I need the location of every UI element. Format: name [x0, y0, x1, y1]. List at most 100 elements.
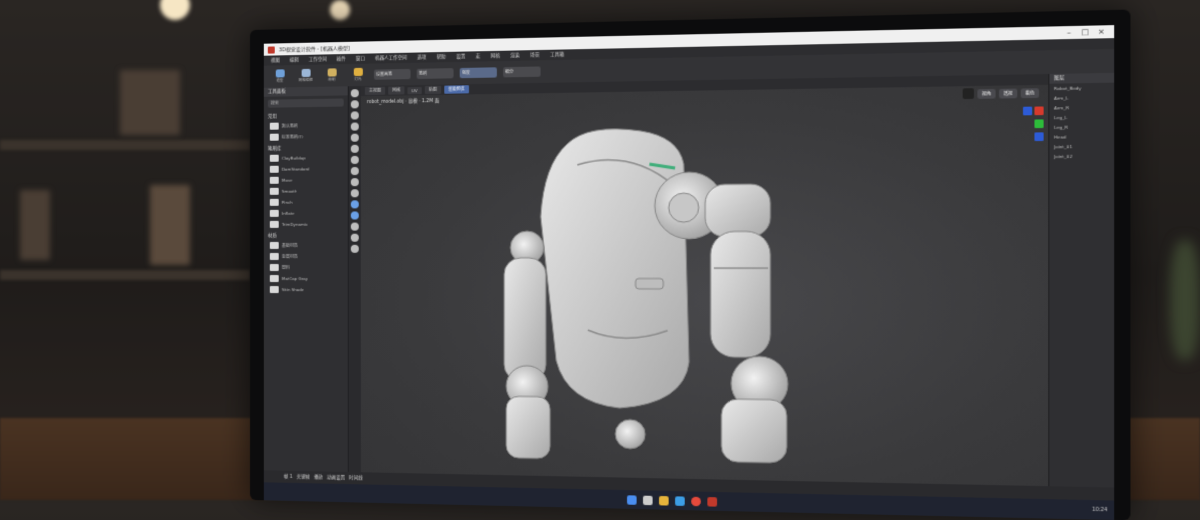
timeline-item[interactable]: 时间线: [349, 475, 363, 481]
list-item[interactable]: TrimDynamic: [264, 219, 348, 230]
menu-item[interactable]: 工具箱: [547, 51, 567, 58]
list-item[interactable]: Inflate: [264, 207, 348, 218]
inflate-tool-icon[interactable]: [350, 178, 359, 187]
list-item[interactable]: MatCap Gray: [264, 273, 348, 284]
ribbon-button-light[interactable]: 灯光: [348, 66, 368, 85]
strength-field[interactable]: 强度: [459, 67, 497, 79]
menu-item[interactable]: 网格: [488, 53, 504, 59]
ribbon-button-label: 网格编辑: [298, 77, 313, 83]
menu-item[interactable]: 场景: [527, 52, 543, 58]
list-item[interactable]: 基础材质: [264, 240, 348, 251]
timeline-item[interactable]: 帧 1: [284, 474, 293, 480]
move-tool-icon[interactable]: [350, 89, 359, 98]
shading-button[interactable]: 着色: [1020, 87, 1040, 98]
color-chip-blue-2[interactable]: [1034, 132, 1044, 142]
brush-thumbnail-icon: [269, 220, 279, 228]
menu-item[interactable]: 帮助: [434, 54, 449, 60]
ceiling-light: [330, 0, 350, 20]
list-item-label: 金属材质: [281, 253, 298, 259]
list-item[interactable]: ClayBuildup: [264, 152, 348, 164]
brush-thumbnail-icon: [269, 165, 279, 173]
knife-tool-icon[interactable]: [350, 166, 359, 176]
measure-tool-icon[interactable]: [350, 233, 359, 242]
timeline-item[interactable]: 播放: [314, 474, 323, 480]
browser-icon[interactable]: [675, 495, 685, 506]
tab-render-preview[interactable]: 渲染预览: [443, 85, 469, 94]
list-item[interactable]: 金属材质: [264, 251, 348, 262]
perspective-button[interactable]: 透视: [999, 88, 1018, 98]
tab-uv[interactable]: UV: [407, 86, 422, 94]
mask-tool-icon[interactable]: [350, 144, 359, 153]
minimize-icon[interactable]: –: [1061, 28, 1077, 37]
3d-viewport[interactable]: 主视图 网格 UV 贴图 渲染预览 robot_model.obj · 高模 ·…: [360, 74, 1049, 487]
ribbon-button-sculpt[interactable]: 造型: [270, 67, 290, 85]
list-item[interactable]: Smooth: [264, 185, 348, 197]
app-icon[interactable]: [707, 496, 718, 507]
brush-tool-icon[interactable]: [350, 122, 359, 131]
tab-texture[interactable]: 贴图: [424, 85, 441, 95]
menu-item[interactable]: 窗口: [353, 56, 368, 62]
color-chip-red[interactable]: [1034, 106, 1044, 116]
brush-thumbnail-icon: [269, 187, 279, 195]
list-item-label: 默认笔刷: [281, 122, 298, 129]
color-chip-green[interactable]: [1034, 119, 1044, 129]
ribbon-button-mesh[interactable]: 网格编辑: [296, 67, 316, 85]
list-item[interactable]: 塑料: [264, 262, 348, 273]
robot-upper-arm: [705, 184, 770, 237]
view-button[interactable]: 视角: [977, 88, 996, 99]
tab-main-view[interactable]: 主视图: [364, 86, 386, 96]
rotate-tool-icon[interactable]: [350, 100, 359, 109]
brush-thumbnail-icon: [269, 176, 279, 184]
list-item-label: 塑料: [281, 264, 290, 270]
paint-tool-icon[interactable]: [350, 200, 359, 209]
menu-item[interactable]: 插件: [334, 56, 349, 62]
list-item[interactable]: Skin Shade: [264, 284, 348, 295]
list-item-label: DamStandard: [281, 166, 310, 172]
model-path: robot_model.obj · 高模 · 1.2M 面: [366, 98, 440, 106]
brush-field[interactable]: 笔刷: [416, 68, 454, 79]
select-tool-icon[interactable]: [350, 155, 359, 165]
menu-item[interactable]: 工作空间: [306, 56, 330, 63]
close-icon[interactable]: ×: [1093, 27, 1109, 36]
trim-tool-icon[interactable]: [350, 222, 359, 231]
timeline-item[interactable]: 关键帧: [296, 474, 309, 480]
list-item[interactable]: Move: [264, 174, 348, 186]
camera-icon[interactable]: [962, 88, 974, 100]
smooth-tool-icon[interactable]: [350, 133, 359, 142]
chrome-icon[interactable]: [691, 496, 701, 506]
list-item[interactable]: DamStandard: [264, 163, 348, 175]
ribbon-button-paint[interactable]: 绘制: [322, 66, 342, 85]
list-item-label: ClayBuildup: [281, 155, 306, 161]
brush-setting-field[interactable]: 设置画笔: [373, 68, 411, 80]
menu-item[interactable]: 视图: [268, 57, 283, 63]
menu-item[interactable]: 机器人工作空间: [372, 55, 410, 62]
subdivision-field[interactable]: 细分: [503, 66, 541, 78]
list-item[interactable]: Pinch: [264, 196, 348, 208]
symmetry-tool-icon[interactable]: [350, 244, 359, 253]
explorer-icon[interactable]: [659, 495, 669, 506]
robot-torso: [541, 128, 689, 409]
menu-item[interactable]: 编辑: [287, 57, 302, 63]
app-logo-icon: [267, 45, 275, 54]
menu-item[interactable]: 宏: [473, 53, 484, 59]
scale-tool-icon[interactable]: [350, 111, 359, 120]
menu-item[interactable]: 设置: [453, 54, 468, 60]
list-item-label: Move: [281, 177, 293, 183]
maximize-icon[interactable]: □: [1077, 28, 1093, 37]
brush-thumbnail-icon: [269, 154, 279, 162]
layer-item[interactable]: Joint_02: [1049, 151, 1114, 161]
ribbon-button-label: 造型: [276, 78, 284, 83]
menu-item[interactable]: 选项: [414, 54, 429, 60]
clay-tool-icon[interactable]: [350, 211, 359, 220]
robot-model: [494, 120, 814, 468]
color-chip-blue[interactable]: [1022, 106, 1033, 116]
menu-item[interactable]: 渲染: [507, 52, 523, 58]
timeline-item[interactable]: 动画设置: [327, 475, 345, 481]
window-title: 3D视觉设计软件 - [机器人模型]: [278, 45, 350, 53]
tab-mesh[interactable]: 网格: [388, 86, 405, 95]
panel-search-input[interactable]: 搜索: [267, 98, 344, 108]
pinch-tool-icon[interactable]: [350, 189, 359, 198]
list-item-label: Pinch: [281, 199, 293, 205]
ribbon-button-label: 灯光: [354, 76, 362, 82]
list-item-label: 基础材质: [281, 242, 298, 248]
